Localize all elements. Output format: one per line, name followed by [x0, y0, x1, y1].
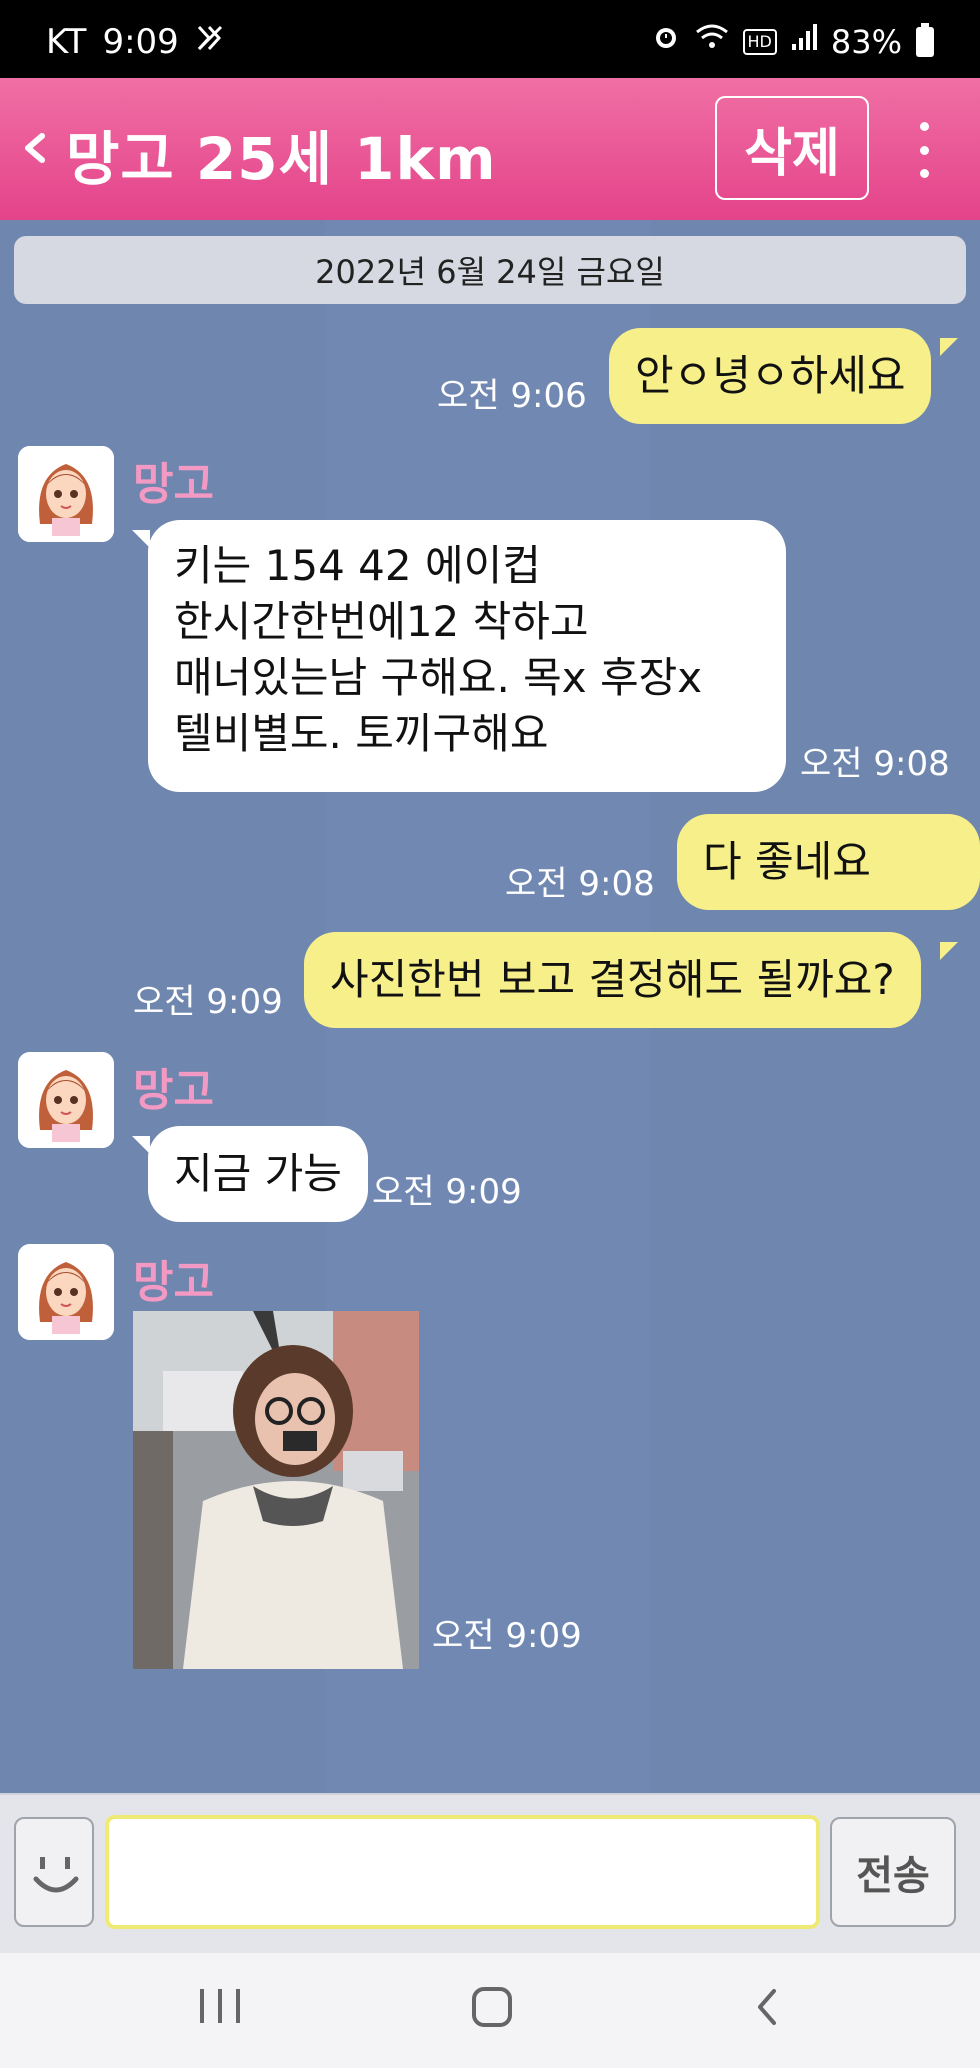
system-nav-bar	[0, 1953, 980, 2068]
smiley-icon	[33, 1857, 79, 1893]
bubble-tail	[940, 338, 958, 356]
recent-apps-icon[interactable]	[200, 1989, 240, 2029]
photo-message[interactable]	[133, 1311, 419, 1669]
chat-header: 망고 25세 1km 삭제	[0, 78, 980, 220]
avatar[interactable]	[18, 1052, 114, 1148]
more-options-icon[interactable]	[912, 122, 936, 178]
hd-icon: HD	[742, 28, 777, 55]
message-time: 오전 9:09	[133, 982, 283, 1022]
sender-name: 망고	[133, 459, 214, 510]
message-line: 키는 154 42 에이컵	[174, 541, 541, 590]
their-message-bubble[interactable]: 지금 가능	[148, 1126, 368, 1222]
carrier-label: KT	[46, 22, 87, 62]
signal-icon	[791, 22, 817, 61]
my-message-bubble[interactable]: 다 좋네요 ^^	[677, 814, 980, 982]
avatar[interactable]	[18, 446, 114, 542]
emoji-button[interactable]	[14, 1817, 94, 1927]
bubble-tail	[132, 1136, 150, 1154]
avatar[interactable]	[18, 1244, 114, 1340]
date-divider: 2022년 6월 24일 금요일	[14, 236, 966, 304]
sender-name: 망고	[133, 1065, 214, 1116]
clock: 9:09	[102, 22, 179, 62]
my-message-bubble[interactable]: 안ㅇ녕ㅇ하세요	[609, 328, 932, 424]
girl-avatar-icon	[18, 1244, 114, 1340]
back-arrow-icon[interactable]	[20, 118, 60, 178]
message-line: 텔비별도. 토끼구해요	[174, 709, 549, 758]
nav-back-icon[interactable]	[752, 1981, 782, 2042]
message-line: 한시간한번에12 착하고	[174, 597, 589, 646]
message-time: 오전 9:09	[372, 1172, 522, 1212]
send-button[interactable]: 전송	[830, 1817, 956, 1927]
alarm-icon	[651, 22, 681, 61]
photo-image	[133, 1311, 419, 1669]
my-message-bubble[interactable]: 사진한번 보고 결정해도 될까요?	[304, 932, 921, 1028]
bubble-tail	[940, 824, 958, 842]
message-time: 오전 9:06	[437, 376, 587, 416]
bubble-tail	[940, 942, 958, 960]
message-time: 오전 9:08	[505, 864, 655, 904]
their-message-bubble[interactable]: 키는 154 42 에이컵 한시간한번에12 착하고 매너있는남 구해요. 목x…	[148, 520, 786, 792]
delete-button[interactable]: 삭제	[715, 96, 869, 200]
sender-name: 망고	[133, 1257, 214, 1308]
home-icon[interactable]	[472, 1987, 512, 2027]
mute-vibrate-icon	[195, 23, 225, 62]
status-left: KT 9:09	[46, 22, 225, 62]
chat-title: 망고 25세 1km	[66, 125, 497, 193]
message-time: 오전 9:09	[432, 1616, 582, 1656]
wifi-icon	[695, 22, 729, 61]
message-input-bar: 전송	[0, 1793, 980, 1953]
chat-area[interactable]: 2022년 6월 24일 금요일 오전 9:06 안ㅇ녕ㅇ하세요 망고 키는 1…	[0, 220, 980, 1793]
message-line: 매너있는남 구해요. 목x 후장x	[174, 653, 703, 702]
status-right: HD 83%	[651, 22, 934, 61]
girl-avatar-icon	[18, 1052, 114, 1148]
battery-percent: 83%	[830, 22, 902, 61]
message-time: 오전 9:08	[800, 744, 950, 784]
bubble-tail	[132, 530, 150, 548]
message-input[interactable]	[105, 1815, 820, 1929]
status-bar: KT 9:09 HD 83%	[0, 0, 980, 78]
battery-icon	[916, 22, 934, 57]
girl-avatar-icon	[18, 446, 114, 542]
